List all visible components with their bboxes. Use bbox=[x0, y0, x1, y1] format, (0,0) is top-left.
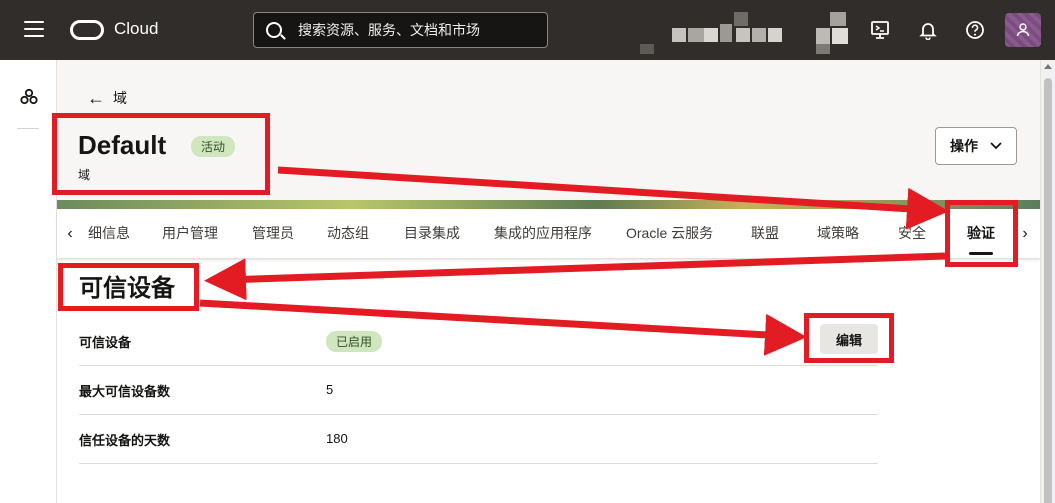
nav-divider bbox=[17, 128, 39, 129]
search-box[interactable] bbox=[253, 12, 548, 48]
tab-dynamic-groups[interactable]: 动态组 bbox=[327, 209, 369, 259]
callout-box-title bbox=[52, 113, 270, 195]
menu-icon[interactable] bbox=[24, 21, 44, 39]
actions-button-label: 操作 bbox=[950, 138, 978, 154]
search-input[interactable] bbox=[298, 13, 538, 47]
brand-name[interactable]: Cloud bbox=[114, 19, 158, 39]
row-label: 信任设备的天数 bbox=[79, 433, 171, 448]
page-scrollbar[interactable] bbox=[1040, 60, 1055, 503]
top-bar: Cloud bbox=[0, 0, 1055, 60]
row-label: 最大可信设备数 bbox=[79, 384, 171, 399]
help-icon[interactable] bbox=[963, 18, 987, 42]
callout-box-section bbox=[58, 263, 199, 311]
oracle-logo-icon[interactable] bbox=[70, 20, 104, 40]
tab-bar: ‹ 细信息 用户管理 管理员 动态组 目录集成 集成的应用程序 Oracle 云… bbox=[57, 209, 1040, 259]
identity-domains-icon[interactable] bbox=[19, 87, 39, 112]
left-nav bbox=[0, 60, 57, 503]
tab-security[interactable]: 安全 bbox=[898, 209, 926, 259]
callout-box-tab bbox=[945, 200, 1018, 267]
tab-domain-policies[interactable]: 域策略 bbox=[817, 209, 859, 259]
table-row: 信任设备的天数 180 bbox=[79, 415, 878, 464]
cloud-shell-icon[interactable] bbox=[868, 18, 892, 42]
tab-federation[interactable]: 联盟 bbox=[751, 209, 779, 259]
scroll-up-icon[interactable] bbox=[1044, 64, 1052, 69]
row-value: 5 bbox=[326, 382, 334, 397]
tab-administrators[interactable]: 管理员 bbox=[252, 209, 294, 259]
status-badge: 已启用 bbox=[326, 331, 383, 352]
row-value: 180 bbox=[326, 431, 348, 446]
table-row: 可信设备 已启用 bbox=[79, 317, 878, 366]
actions-button[interactable]: 操作 bbox=[935, 127, 1017, 165]
table-row: 最大可信设备数 5 bbox=[79, 366, 878, 415]
back-arrow-icon: ← bbox=[87, 88, 105, 108]
row-label: 可信设备 bbox=[79, 335, 132, 350]
back-link-label: 域 bbox=[113, 90, 127, 106]
tab-oracle-cloud-services[interactable]: Oracle 云服务 bbox=[626, 209, 713, 259]
search-icon bbox=[266, 22, 282, 38]
tab-details[interactable]: 细信息 bbox=[88, 209, 130, 259]
callout-box-edit bbox=[804, 313, 894, 363]
tab-integrated-applications[interactable]: 集成的应用程序 bbox=[494, 209, 592, 259]
bell-icon[interactable] bbox=[916, 18, 940, 42]
tab-directory-integrations[interactable]: 目录集成 bbox=[404, 209, 460, 259]
back-link[interactable]: ← 域 bbox=[87, 88, 127, 108]
profile-icon[interactable] bbox=[1005, 13, 1041, 47]
tab-scroll-left-icon[interactable]: ‹ bbox=[60, 221, 80, 247]
chevron-down-icon bbox=[990, 142, 1002, 150]
tab-user-management[interactable]: 用户管理 bbox=[162, 209, 218, 259]
scroll-thumb[interactable] bbox=[1044, 78, 1052, 503]
tab-scroll-right-icon[interactable]: › bbox=[1015, 221, 1035, 247]
